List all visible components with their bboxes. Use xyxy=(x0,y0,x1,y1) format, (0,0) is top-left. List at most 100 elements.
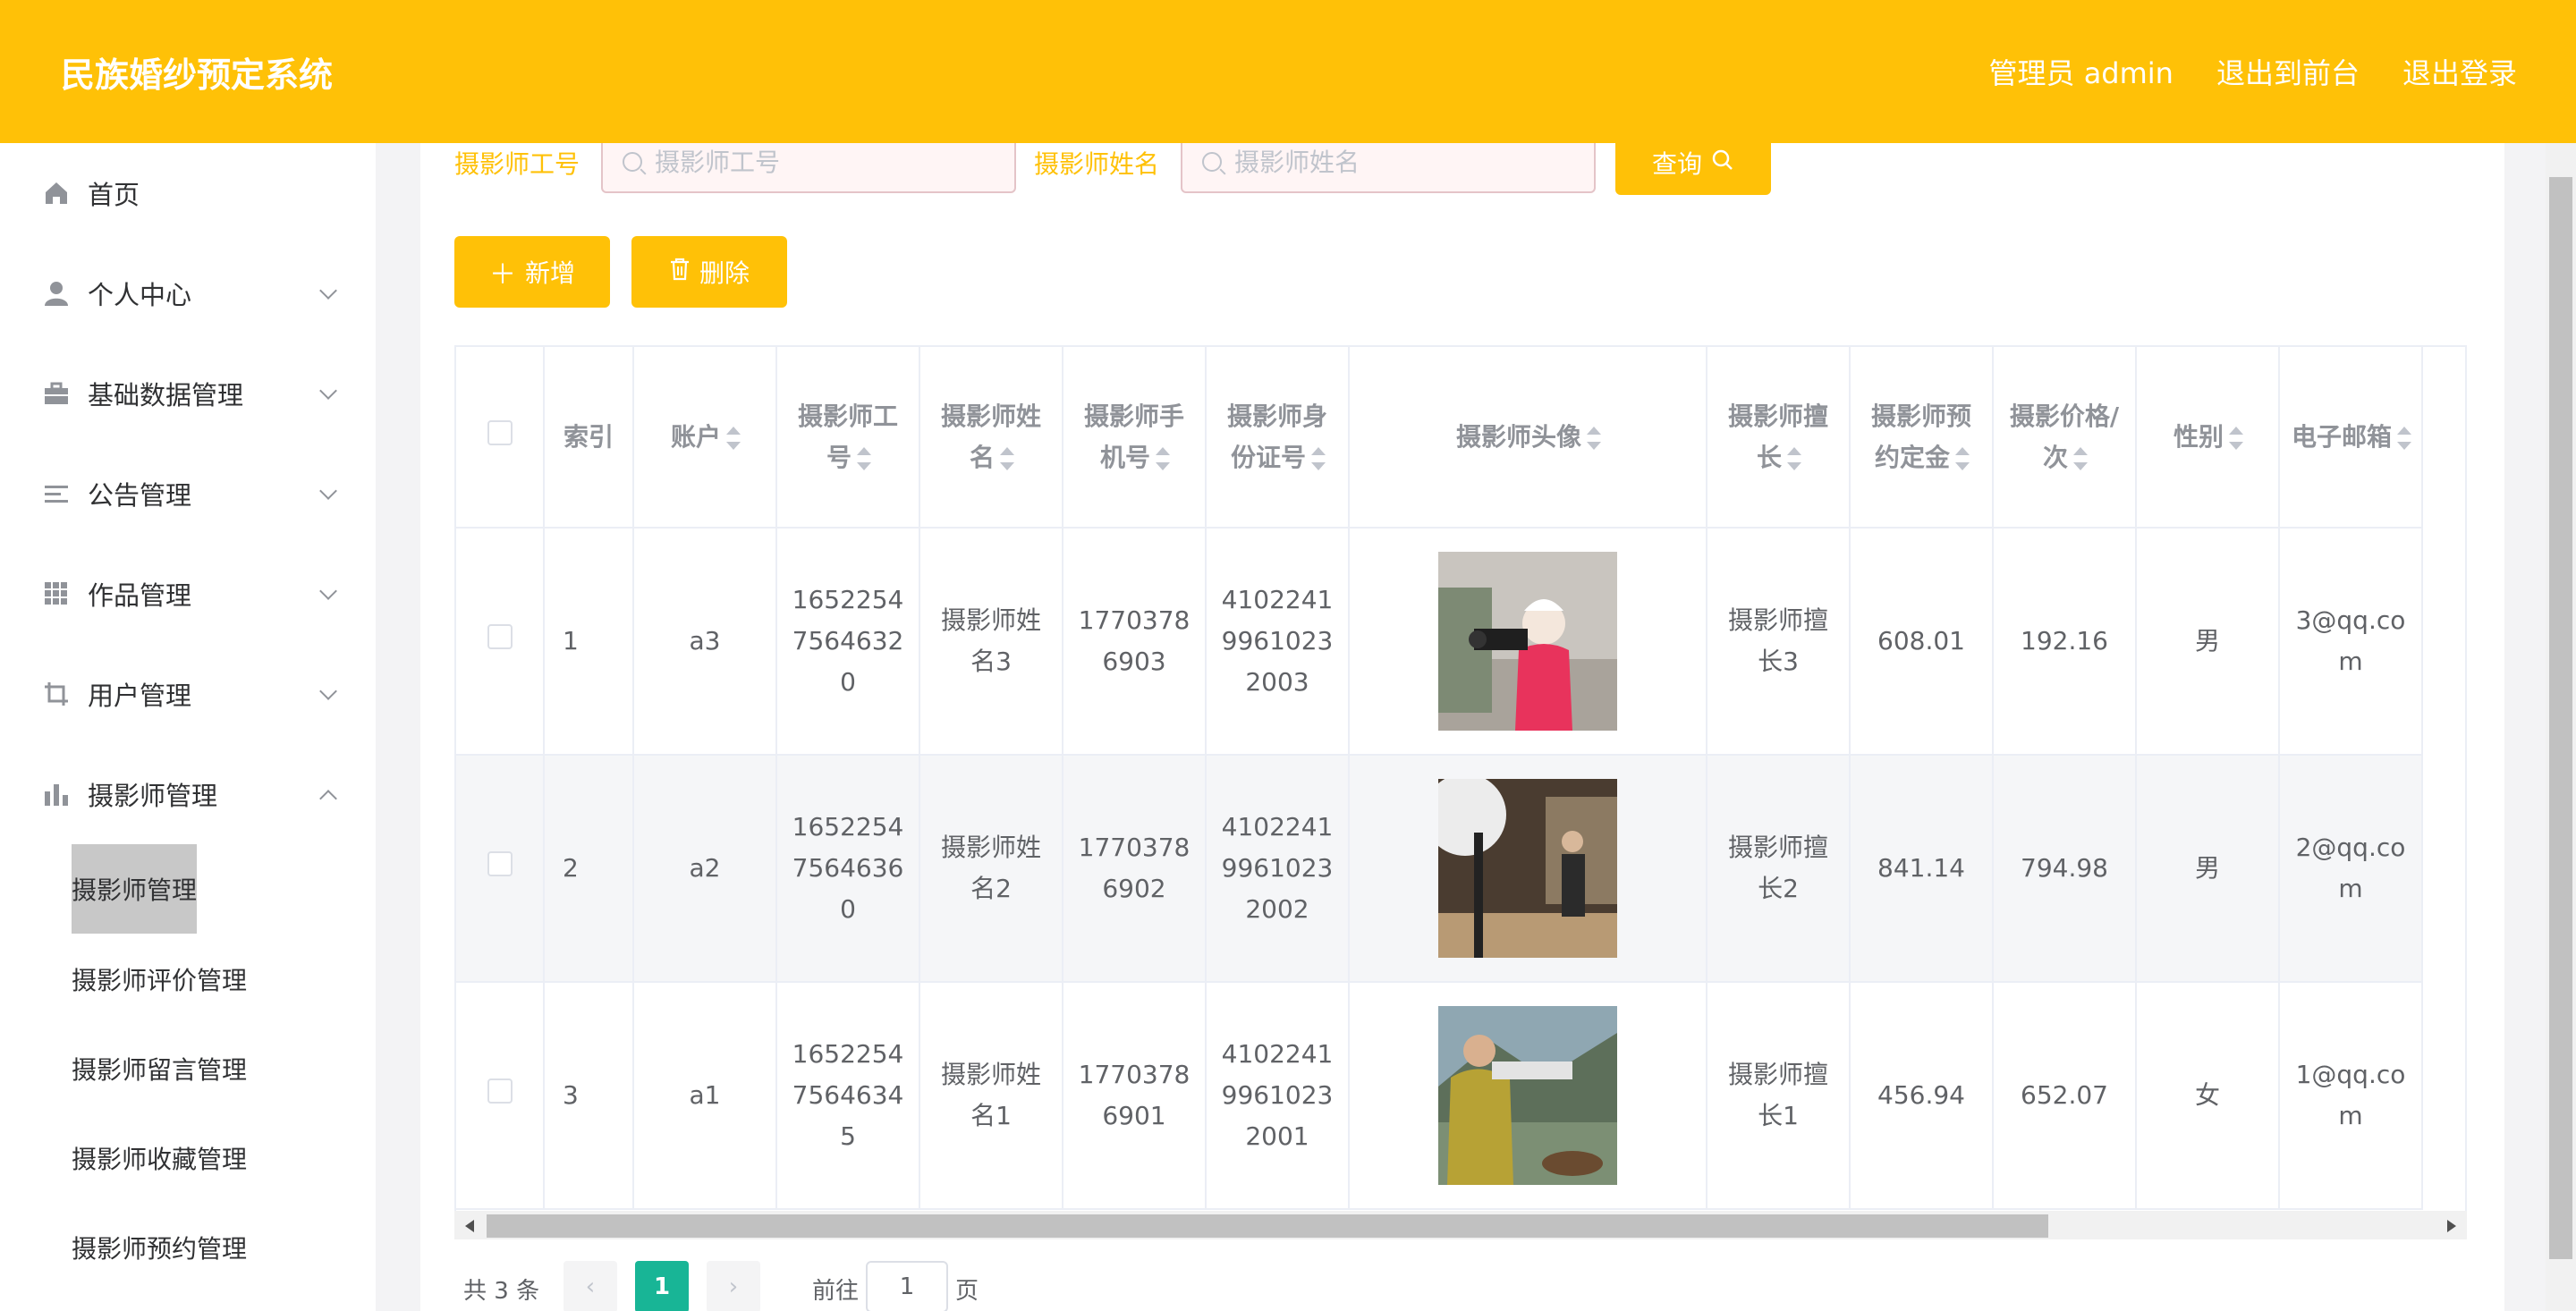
cell-index: 2 xyxy=(544,755,634,983)
cell-gender: 女 xyxy=(2136,982,2280,1210)
column-header[interactable]: 摄影师擅长 xyxy=(1707,347,1851,529)
exit-to-front-link[interactable]: 退出到前台 xyxy=(2216,51,2360,92)
pager-page-1[interactable]: 1 xyxy=(635,1261,689,1311)
add-button[interactable]: ＋ 新增 xyxy=(454,236,610,308)
page-vertical-scrollbar[interactable] xyxy=(2546,143,2576,1311)
cell-gender: 男 xyxy=(2136,528,2280,756)
column-header[interactable]: 摄影价格/次 xyxy=(1993,347,2137,529)
cell-name: 摄影师姓名2 xyxy=(919,755,1063,983)
sort-icon[interactable] xyxy=(1955,446,1970,470)
cell-email: 1@qq.com xyxy=(2279,982,2423,1210)
submenu-photographer-review[interactable]: 摄影师评价管理 xyxy=(72,955,247,1003)
photographer-name-input[interactable] xyxy=(1234,147,1574,177)
submenu-photographer-booking[interactable]: 摄影师预约管理 xyxy=(72,1223,247,1272)
chevron-down-icon xyxy=(319,282,337,300)
cell-idcard: 410224199610232002 xyxy=(1206,755,1350,983)
pager-next-button[interactable]: › xyxy=(707,1261,760,1311)
chevron-down-icon xyxy=(319,482,337,500)
sidebar-item-label: 作品管理 xyxy=(88,580,192,611)
crop-icon xyxy=(41,679,72,709)
cell-phone: 17703786903 xyxy=(1063,528,1207,756)
sidebar-item-label: 公告管理 xyxy=(88,480,192,511)
cell-price: 192.16 xyxy=(1993,528,2137,756)
header-actions: 管理员 admin 退出到前台 退出登录 xyxy=(1989,51,2517,92)
submenu-photographer-manage[interactable]: 摄影师管理 xyxy=(72,844,197,934)
photographer-avatar-image xyxy=(1438,1006,1617,1185)
cell-idcard: 410224199610232003 xyxy=(1206,528,1350,756)
column-header[interactable]: 摄影师姓名 xyxy=(919,347,1063,529)
logout-link[interactable]: 退出登录 xyxy=(2402,51,2517,92)
sidebar-item-notice[interactable]: 公告管理 xyxy=(0,458,376,529)
cell-id: 16522547564636 0 xyxy=(776,755,920,983)
table-horizontal-scrollbar[interactable] xyxy=(454,1211,2467,1239)
select-all-checkbox[interactable] xyxy=(487,419,513,445)
cell-account: a3 xyxy=(633,528,777,756)
sort-icon[interactable] xyxy=(1156,446,1170,470)
photographer-avatar-image xyxy=(1438,552,1617,731)
photographer-id-input[interactable] xyxy=(655,147,995,177)
scroll-left-icon[interactable] xyxy=(465,1220,474,1232)
cell-index: 1 xyxy=(544,528,634,756)
cell-name: 摄影师姓名3 xyxy=(919,528,1063,756)
sidebar-item-base-data[interactable]: 基础数据管理 xyxy=(0,358,376,429)
scrollbar-thumb[interactable] xyxy=(2549,177,2572,1259)
sort-icon[interactable] xyxy=(2397,426,2411,450)
sort-icon[interactable] xyxy=(1311,446,1326,470)
row-checkbox[interactable] xyxy=(487,1078,513,1104)
cell-avatar xyxy=(1349,755,1707,983)
row-checkbox[interactable] xyxy=(487,624,513,649)
table-row[interactable]: 1 a3 16522547564632 0 摄影师姓名3 17703786903… xyxy=(456,528,2423,756)
select-all-cell[interactable] xyxy=(456,347,545,529)
photographer-name-label: 摄影师姓名 xyxy=(1034,149,1160,179)
column-header[interactable]: 摄影师工号 xyxy=(776,347,920,529)
sidebar-item-profile[interactable]: 个人中心 xyxy=(0,258,376,329)
cell-phone: 17703786901 xyxy=(1063,982,1207,1210)
sort-icon[interactable] xyxy=(1587,426,1601,450)
cell-account: a2 xyxy=(633,755,777,983)
trash-icon xyxy=(669,257,691,288)
column-header[interactable]: 摄影师手机号 xyxy=(1063,347,1207,529)
column-header: 索引 xyxy=(544,347,634,529)
sidebar-item-users[interactable]: 用户管理 xyxy=(0,658,376,730)
submenu-photographer-message[interactable]: 摄影师留言管理 xyxy=(72,1045,247,1093)
sidebar-item-works[interactable]: 作品管理 xyxy=(0,558,376,630)
delete-button[interactable]: 删除 xyxy=(631,236,787,308)
sort-icon[interactable] xyxy=(2229,426,2243,450)
pager-total: 共 3 条 xyxy=(463,1277,540,1305)
table-row[interactable]: 3 a1 16522547564634 5 摄影师姓名1 17703786901… xyxy=(456,982,2423,1210)
sort-icon[interactable] xyxy=(726,426,741,450)
list-icon xyxy=(41,478,72,509)
sort-icon[interactable] xyxy=(1787,446,1801,470)
pager-goto-input[interactable]: 1 xyxy=(866,1261,948,1311)
table-row[interactable]: 2 a2 16522547564636 0 摄影师姓名2 17703786902… xyxy=(456,755,2423,983)
column-header[interactable]: 摄影师身份证号 xyxy=(1206,347,1350,529)
cell-price: 794.98 xyxy=(1993,755,2137,983)
scrollbar-thumb[interactable] xyxy=(487,1214,2048,1238)
cell-price: 652.07 xyxy=(1993,982,2137,1210)
pager-prev-button[interactable]: ‹ xyxy=(564,1261,617,1311)
column-header[interactable]: 摄影师预约定金 xyxy=(1850,347,1994,529)
column-header[interactable]: 摄影师头像 xyxy=(1349,347,1707,529)
cell-avatar xyxy=(1349,982,1707,1210)
sort-icon[interactable] xyxy=(2073,446,2088,470)
column-header[interactable]: 账户 xyxy=(633,347,777,529)
row-checkbox[interactable] xyxy=(487,851,513,876)
chevron-down-icon xyxy=(319,382,337,400)
sidebar-item-home[interactable]: 首页 xyxy=(0,157,376,229)
sort-icon[interactable] xyxy=(1000,446,1014,470)
submenu-photographer-favorite[interactable]: 摄影师收藏管理 xyxy=(72,1134,247,1182)
column-header[interactable]: 性别 xyxy=(2136,347,2280,529)
cell-id: 16522547564632 0 xyxy=(776,528,920,756)
sort-icon[interactable] xyxy=(857,446,871,470)
grid-icon xyxy=(41,579,72,609)
column-header[interactable]: 电子邮箱 xyxy=(2279,347,2423,529)
sidebar-item-label: 基础数据管理 xyxy=(88,380,244,410)
home-icon xyxy=(41,178,72,208)
sidebar-item-photographer[interactable]: 摄影师管理 xyxy=(0,758,376,830)
pager-goto-prefix: 前往 xyxy=(812,1277,860,1305)
scroll-right-icon[interactable] xyxy=(2447,1220,2456,1232)
photographer-avatar-image xyxy=(1438,779,1617,958)
cell-gender: 男 xyxy=(2136,755,2280,983)
search-icon xyxy=(623,152,642,172)
cell-specialty: 摄影师擅长3 xyxy=(1707,528,1851,756)
